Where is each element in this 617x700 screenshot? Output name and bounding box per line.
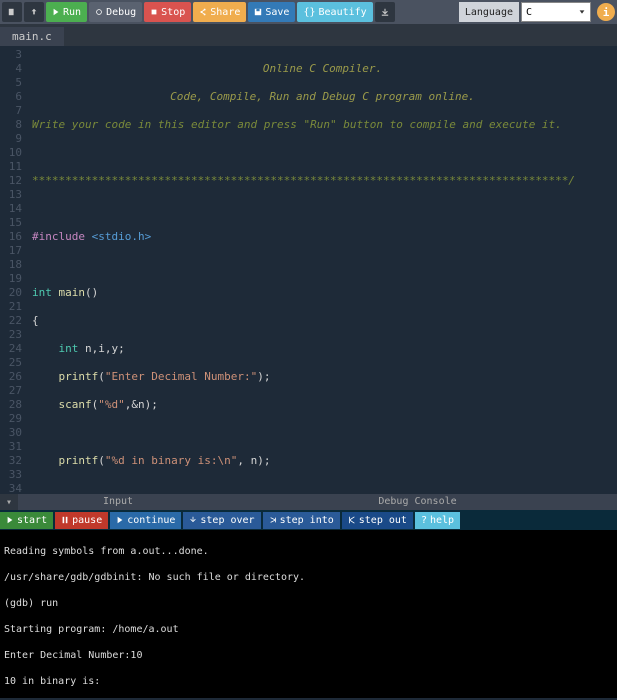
dbg-continue-button[interactable]: continue (110, 512, 181, 529)
console-output[interactable]: Reading symbols from a.out...done. /usr/… (0, 530, 617, 698)
line-gutter: 3456789101112131415161718192021222324252… (0, 46, 28, 494)
tab-main-c[interactable]: main.c (0, 27, 64, 46)
dbg-stepover-button[interactable]: step over (183, 512, 260, 529)
collapse-icon[interactable]: ▾ (0, 494, 18, 510)
chevron-down-icon (578, 8, 586, 16)
info-icon[interactable]: i (597, 3, 615, 21)
help-icon: ? (421, 515, 427, 526)
debug-toolbar: start pause continue step over step into… (0, 510, 617, 530)
code-area[interactable]: Online C Compiler. Code, Compile, Run an… (28, 46, 617, 494)
stop-button[interactable]: Stop (144, 2, 191, 22)
dbg-help-button[interactable]: ?help (415, 512, 460, 529)
dbg-stepout-button[interactable]: step out (342, 512, 413, 529)
panel-header: ▾ Input Debug Console (0, 494, 617, 510)
share-button[interactable]: Share (193, 2, 246, 22)
download-button[interactable] (375, 2, 395, 22)
run-button[interactable]: Run (46, 2, 87, 22)
dbg-stepinto-button[interactable]: step into (263, 512, 340, 529)
upload-button[interactable] (24, 2, 44, 22)
tab-bar: main.c (0, 24, 617, 46)
debug-button[interactable]: Debug (89, 2, 142, 22)
toolbar: Run Debug Stop Share Save {}Beautify Lan… (0, 0, 617, 24)
input-tab[interactable]: Input (18, 494, 218, 510)
dbg-start-button[interactable]: start (0, 512, 53, 529)
code-editor[interactable]: 3456789101112131415161718192021222324252… (0, 46, 617, 494)
braces-icon: {} (303, 7, 315, 18)
new-file-button[interactable] (2, 2, 22, 22)
language-select[interactable]: C (521, 2, 591, 22)
save-button[interactable]: Save (248, 2, 295, 22)
dbg-pause-button[interactable]: pause (55, 512, 108, 529)
debug-console-tab[interactable]: Debug Console (218, 494, 617, 510)
language-label: Language (459, 2, 519, 22)
beautify-button[interactable]: {}Beautify (297, 2, 372, 22)
